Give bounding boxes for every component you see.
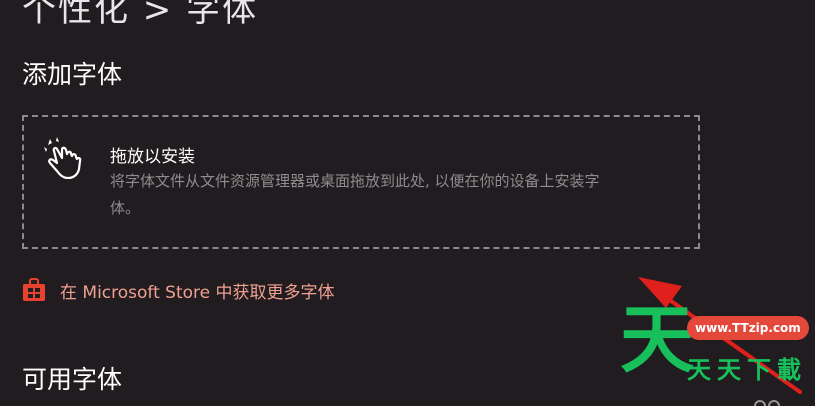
microsoft-store-link[interactable]: 在 Microsoft Store 中获取更多字体 <box>22 277 335 303</box>
page-title: 个性化 > 字体 <box>22 0 259 30</box>
drop-zone-description: 将字体文件从文件资源管理器或桌面拖放到此处, 以便在你的设备上安装字体。 <box>110 172 600 217</box>
store-bag-icon <box>23 278 45 301</box>
ttzip-watermark: 天 www.TTzip.com 天天下載 <box>615 300 815 406</box>
watermark-url: www.TTzip.com <box>687 316 809 340</box>
settings-page: 个性化 > 字体 添加字体 拖放以安装 将字体文件从文件资源管理器或桌面拖放到此… <box>0 0 815 406</box>
drag-hand-icon <box>44 137 82 179</box>
watermark-name: 天天下載 <box>687 356 807 384</box>
font-drop-zone[interactable]: 拖放以安装 将字体文件从文件资源管理器或桌面拖放到此处, 以便在你的设备上安装字… <box>22 115 700 249</box>
available-fonts-heading: 可用字体 <box>22 365 123 394</box>
partial-icon <box>754 400 780 406</box>
watermark-glyph: 天 <box>620 297 694 383</box>
store-link-label[interactable]: 在 Microsoft Store 中获取更多字体 <box>60 278 335 303</box>
add-fonts-heading: 添加字体 <box>22 60 123 89</box>
drop-zone-title: 拖放以安装 <box>110 147 195 167</box>
